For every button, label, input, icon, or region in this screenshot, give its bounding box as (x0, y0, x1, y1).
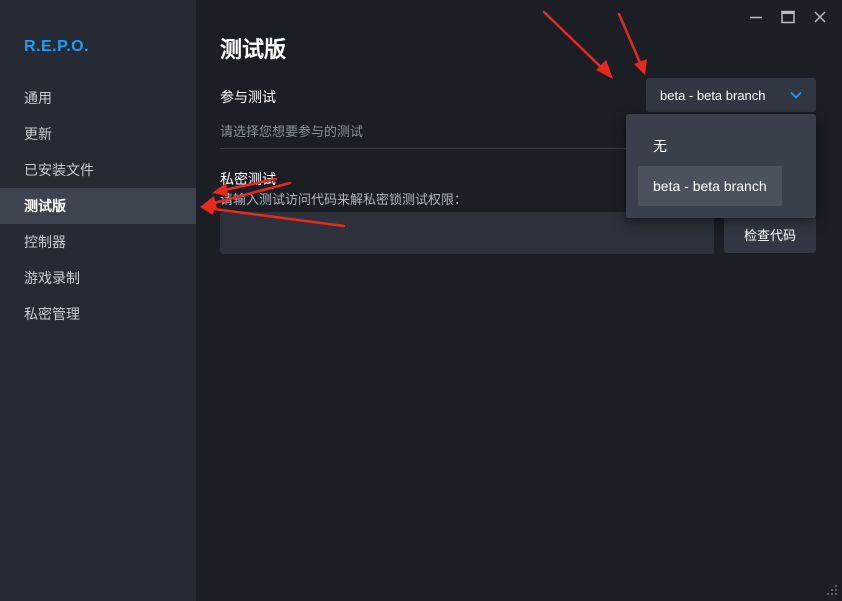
resize-grip-icon[interactable] (824, 583, 838, 597)
private-beta-hint: 请输入测试访问代码来解私密锁测试权限： (220, 192, 468, 207)
sidebar: R.E.P.O. 通用 更新 已安装文件 测试版 控制器 游戏录制 私密管理 (0, 0, 196, 601)
check-code-button[interactable]: 检查代码 (724, 216, 816, 253)
dropdown-option-none[interactable]: 无 (638, 126, 682, 166)
participate-hint: 请选择您想要参与的测试 (220, 124, 364, 139)
dropdown-option-beta-branch[interactable]: beta - beta branch (638, 166, 782, 206)
sidebar-nav: 通用 更新 已安装文件 测试版 控制器 游戏录制 私密管理 (0, 80, 196, 332)
sidebar-item-privacy[interactable]: 私密管理 (0, 296, 196, 332)
arrow-annotation (542, 10, 613, 79)
window-controls (742, 6, 834, 28)
page-title: 测试版 (220, 37, 287, 62)
close-icon (814, 11, 826, 23)
app-title: R.E.P.O. (24, 38, 90, 55)
sidebar-item-general[interactable]: 通用 (0, 80, 196, 116)
participate-label: 参与测试 (220, 89, 276, 105)
sidebar-item-betas[interactable]: 测试版 (0, 188, 196, 224)
sidebar-item-controller[interactable]: 控制器 (0, 224, 196, 260)
chevron-down-icon (790, 91, 802, 99)
beta-branch-select[interactable]: beta - beta branch (646, 78, 816, 112)
sidebar-item-updates[interactable]: 更新 (0, 116, 196, 152)
sidebar-item-game-recording[interactable]: 游戏录制 (0, 260, 196, 296)
maximize-button[interactable] (774, 6, 802, 28)
sidebar-item-installed-files[interactable]: 已安装文件 (0, 152, 196, 188)
minimize-button[interactable] (742, 6, 770, 28)
beta-branch-select-value: beta - beta branch (660, 87, 766, 103)
beta-branch-dropdown: 无 beta - beta branch (626, 114, 816, 218)
minimize-icon (750, 16, 762, 19)
maximize-icon (781, 10, 795, 24)
access-code-input[interactable] (220, 212, 714, 254)
close-button[interactable] (806, 6, 834, 28)
private-beta-label: 私密测试 (220, 171, 276, 187)
divider (220, 148, 628, 149)
arrow-annotation (617, 12, 647, 75)
